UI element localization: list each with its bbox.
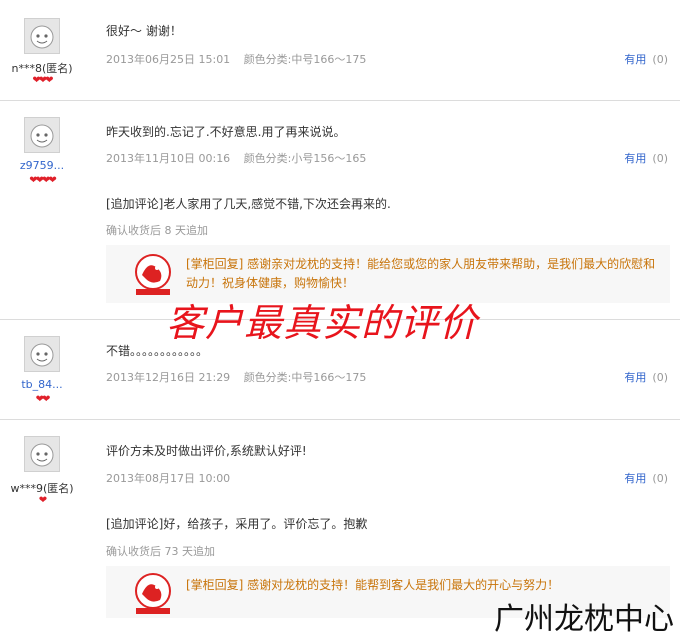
smiley-face-icon [30, 343, 54, 367]
buyer-rank-badge: ❤❤ [35, 394, 51, 405]
append-review-text: [追加评论]好，给孩子，采用了。评价忘了。抱歉 [106, 517, 368, 531]
useful-count: (0) [652, 472, 668, 485]
store-logo-icon [135, 573, 171, 614]
useful-vote: 有用 (0) [624, 470, 668, 486]
smiley-face-icon [30, 124, 54, 148]
review-text: 很好～ 谢谢！ [106, 24, 182, 38]
smiley-face-icon [30, 443, 54, 467]
useful-vote: 有用 (0) [624, 150, 668, 166]
buyer-rank-badge: ❤❤❤ [32, 75, 53, 86]
brand-caption: 广州龙枕中心 [494, 602, 674, 636]
review-item: z9759... ❤❤❤❤ 昨天收到的.忘记了.不好意思.用了再来说说。 201… [0, 101, 680, 320]
avatar[interactable] [24, 18, 60, 54]
username[interactable]: z9759... [0, 159, 84, 172]
useful-button[interactable]: 有用 [624, 472, 646, 485]
avatar[interactable] [24, 117, 60, 153]
useful-count: (0) [652, 371, 668, 384]
username: w***9(匿名) [10, 482, 74, 495]
sku-info: 颜色分类:中号166～175 [243, 53, 367, 66]
smiley-face-icon [30, 25, 54, 49]
seller-reply-text: [掌柜回复] 感谢亲对龙枕的支持！能给您或您的家人朋友带来帮助，是我们最大的欣慰… [186, 257, 656, 290]
useful-button[interactable]: 有用 [624, 152, 646, 165]
append-review-meta: 确认收货后 73 天追加 [106, 545, 215, 558]
useful-count: (0) [652, 53, 668, 66]
review-date: 2013年06月25日 15:01 [106, 53, 231, 66]
useful-vote: 有用 (0) [624, 51, 668, 67]
buyer-rank-badge: ❤ [38, 495, 47, 506]
review-item: n***8(匿名) ❤❤❤ 很好～ 谢谢！ 2013年06月25日 15:01 … [0, 0, 680, 101]
append-review-text: [追加评论]老人家用了几天,感觉不错,下次还会再来的. [106, 197, 391, 211]
review-date: 2013年08月17日 10:00 [106, 472, 231, 485]
useful-count: (0) [652, 152, 668, 165]
useful-button[interactable]: 有用 [624, 371, 646, 384]
review-meta: 2013年12月16日 21:29 颜色分类:中号166～175 [106, 369, 376, 385]
review-date: 2013年12月16日 21:29 [106, 371, 231, 384]
useful-vote: 有用 (0) [624, 369, 668, 385]
avatar[interactable] [24, 336, 60, 372]
store-logo-icon [135, 254, 171, 295]
buyer-rank-badge: ❤❤❤❤ [29, 175, 57, 186]
review-meta: 2013年06月25日 15:01 颜色分类:中号166～175 [106, 51, 376, 67]
avatar[interactable] [24, 436, 60, 472]
review-meta: 2013年11月10日 00:16 颜色分类:小号156～165 [106, 150, 376, 166]
watermark-caption: 客户最真实的评价 [166, 301, 479, 345]
useful-button[interactable]: 有用 [624, 53, 646, 66]
append-review-meta: 确认收货后 8 天追加 [106, 224, 208, 237]
sku-info: 颜色分类:小号156～165 [243, 152, 367, 165]
review-meta: 2013年08月17日 10:00 [106, 470, 240, 486]
username: n***8(匿名) [11, 62, 73, 75]
seller-reply-text: [掌柜回复] 感谢对龙枕的支持！能帮到客人是我们最大的开心与努力！ [186, 578, 560, 592]
review-date: 2013年11月10日 00:16 [106, 152, 231, 165]
sku-info: 颜色分类:中号166～175 [243, 371, 367, 384]
username[interactable]: tb_84... [0, 378, 84, 391]
review-text: 评价方未及时做出评价,系统默认好评! [106, 444, 307, 458]
review-text: 昨天收到的.忘记了.不好意思.用了再来说说。 [106, 125, 346, 139]
